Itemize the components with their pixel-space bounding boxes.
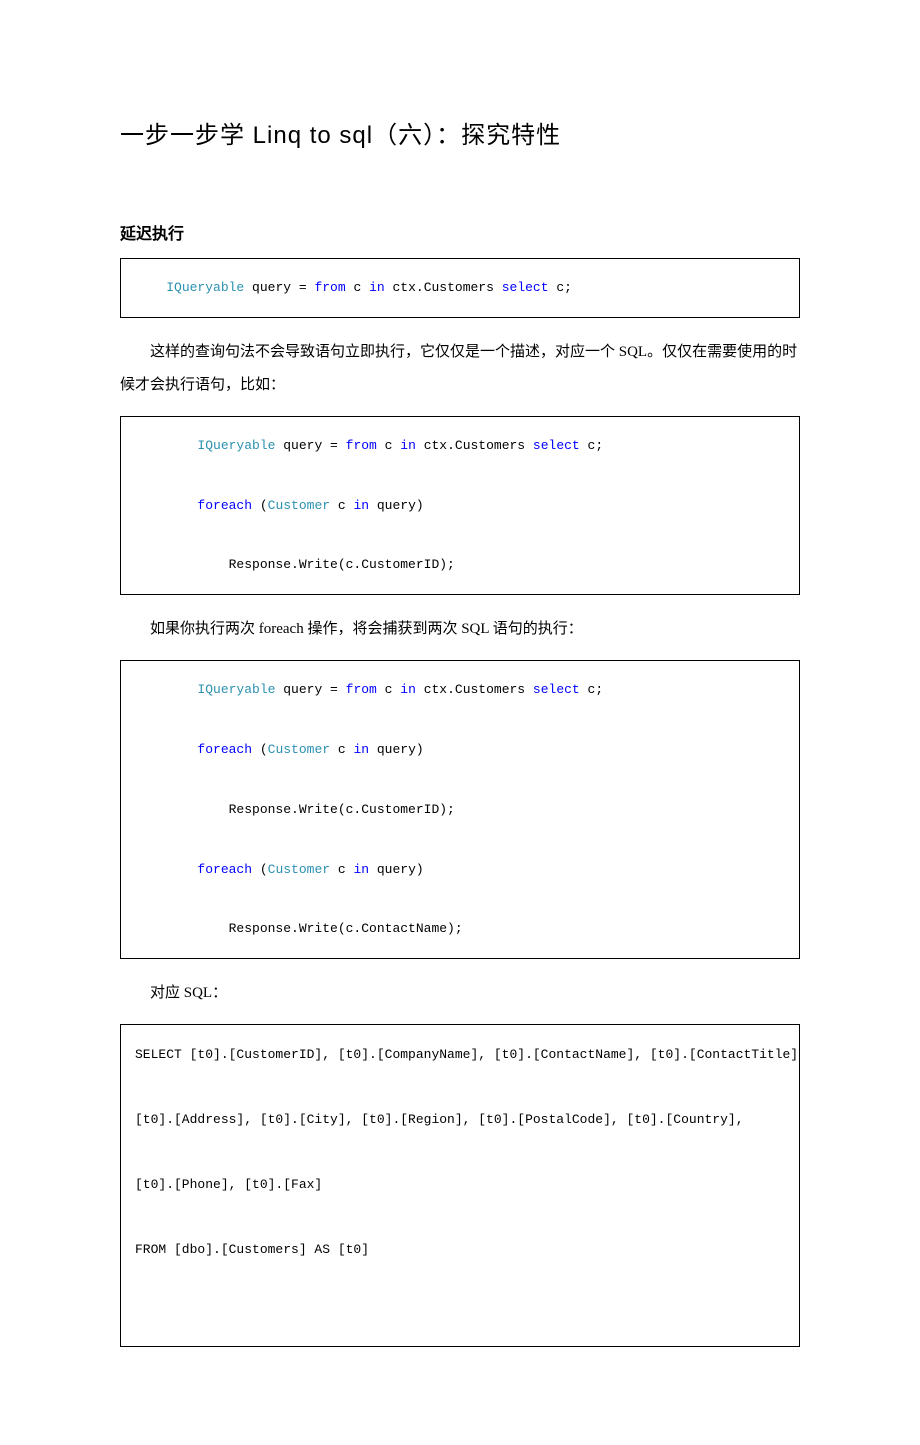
code-token: IQueryable — [197, 438, 275, 453]
code-token: c — [330, 742, 353, 757]
section-heading-delayed: 延迟执行 — [120, 220, 800, 244]
code-token: Customer — [268, 498, 330, 513]
code-token: c; — [580, 682, 603, 697]
code-block-2: IQueryable query = from c in ctx.Custome… — [120, 416, 800, 595]
code-token: from — [314, 280, 345, 295]
code-token: query = — [244, 280, 314, 295]
code-token: in — [400, 682, 416, 697]
code-token: IQueryable — [197, 682, 275, 697]
code-token: in — [353, 862, 369, 877]
code-token: select — [533, 438, 580, 453]
code-token: foreach — [197, 498, 252, 513]
code-token: Customer — [268, 742, 330, 757]
code-token: Response.Write(c.CustomerID); — [135, 802, 455, 817]
code-token: from — [346, 682, 377, 697]
paragraph-1: 这样的查询句法不会导致语句立即执行，它仅仅是一个描述，对应一个 SQL。仅仅在需… — [120, 336, 800, 402]
code-token: query) — [369, 862, 424, 877]
code-token: c; — [580, 438, 603, 453]
code-token: in — [353, 498, 369, 513]
code-token: foreach — [197, 862, 252, 877]
code-token: [t0].[Address], [t0].[City], [t0].[Regio… — [135, 1112, 744, 1127]
code-token: select — [533, 682, 580, 697]
code-token: c — [377, 682, 400, 697]
code-token: ( — [252, 498, 268, 513]
code-token: IQueryable — [166, 280, 244, 295]
paragraph-3: 对应 SQL： — [120, 977, 800, 1010]
code-token: Response.Write(c.ContactName); — [135, 921, 463, 936]
code-token: ( — [252, 742, 268, 757]
code-token: c; — [549, 280, 572, 295]
page-title: 一步一步学 Linq to sql（六）：探究特性 — [120, 115, 800, 150]
code-token: Customer — [268, 862, 330, 877]
code-token: c — [346, 280, 369, 295]
code-token: query = — [275, 438, 345, 453]
code-token: query) — [369, 498, 424, 513]
code-token: FROM [dbo].[Customers] AS [t0] — [135, 1242, 369, 1257]
code-block-1: IQueryable query = from c in ctx.Custome… — [120, 258, 800, 318]
code-token: from — [346, 438, 377, 453]
code-block-4: SELECT [t0].[CustomerID], [t0].[CompanyN… — [120, 1024, 800, 1347]
code-token: select — [502, 280, 549, 295]
code-token: ctx.Customers — [416, 438, 533, 453]
code-token: in — [353, 742, 369, 757]
code-token: in — [369, 280, 385, 295]
code-token: Response.Write(c.CustomerID); — [135, 557, 455, 572]
code-token: query = — [275, 682, 345, 697]
paragraph-2: 如果你执行两次 foreach 操作，将会捕获到两次 SQL 语句的执行： — [120, 613, 800, 646]
code-token: in — [400, 438, 416, 453]
document-page: 一步一步学 Linq to sql（六）：探究特性 延迟执行 IQueryabl… — [0, 0, 920, 1445]
code-token: ( — [252, 862, 268, 877]
code-block-3: IQueryable query = from c in ctx.Custome… — [120, 660, 800, 959]
code-token: ctx.Customers — [385, 280, 502, 295]
code-token: foreach — [197, 742, 252, 757]
code-token: ctx.Customers — [416, 682, 533, 697]
code-token: c — [377, 438, 400, 453]
code-token: c — [330, 862, 353, 877]
code-token: c — [330, 498, 353, 513]
code-token: [t0].[Phone], [t0].[Fax] — [135, 1177, 322, 1192]
code-token: SELECT [t0].[CustomerID], [t0].[CompanyN… — [135, 1047, 800, 1062]
code-token: query) — [369, 742, 424, 757]
